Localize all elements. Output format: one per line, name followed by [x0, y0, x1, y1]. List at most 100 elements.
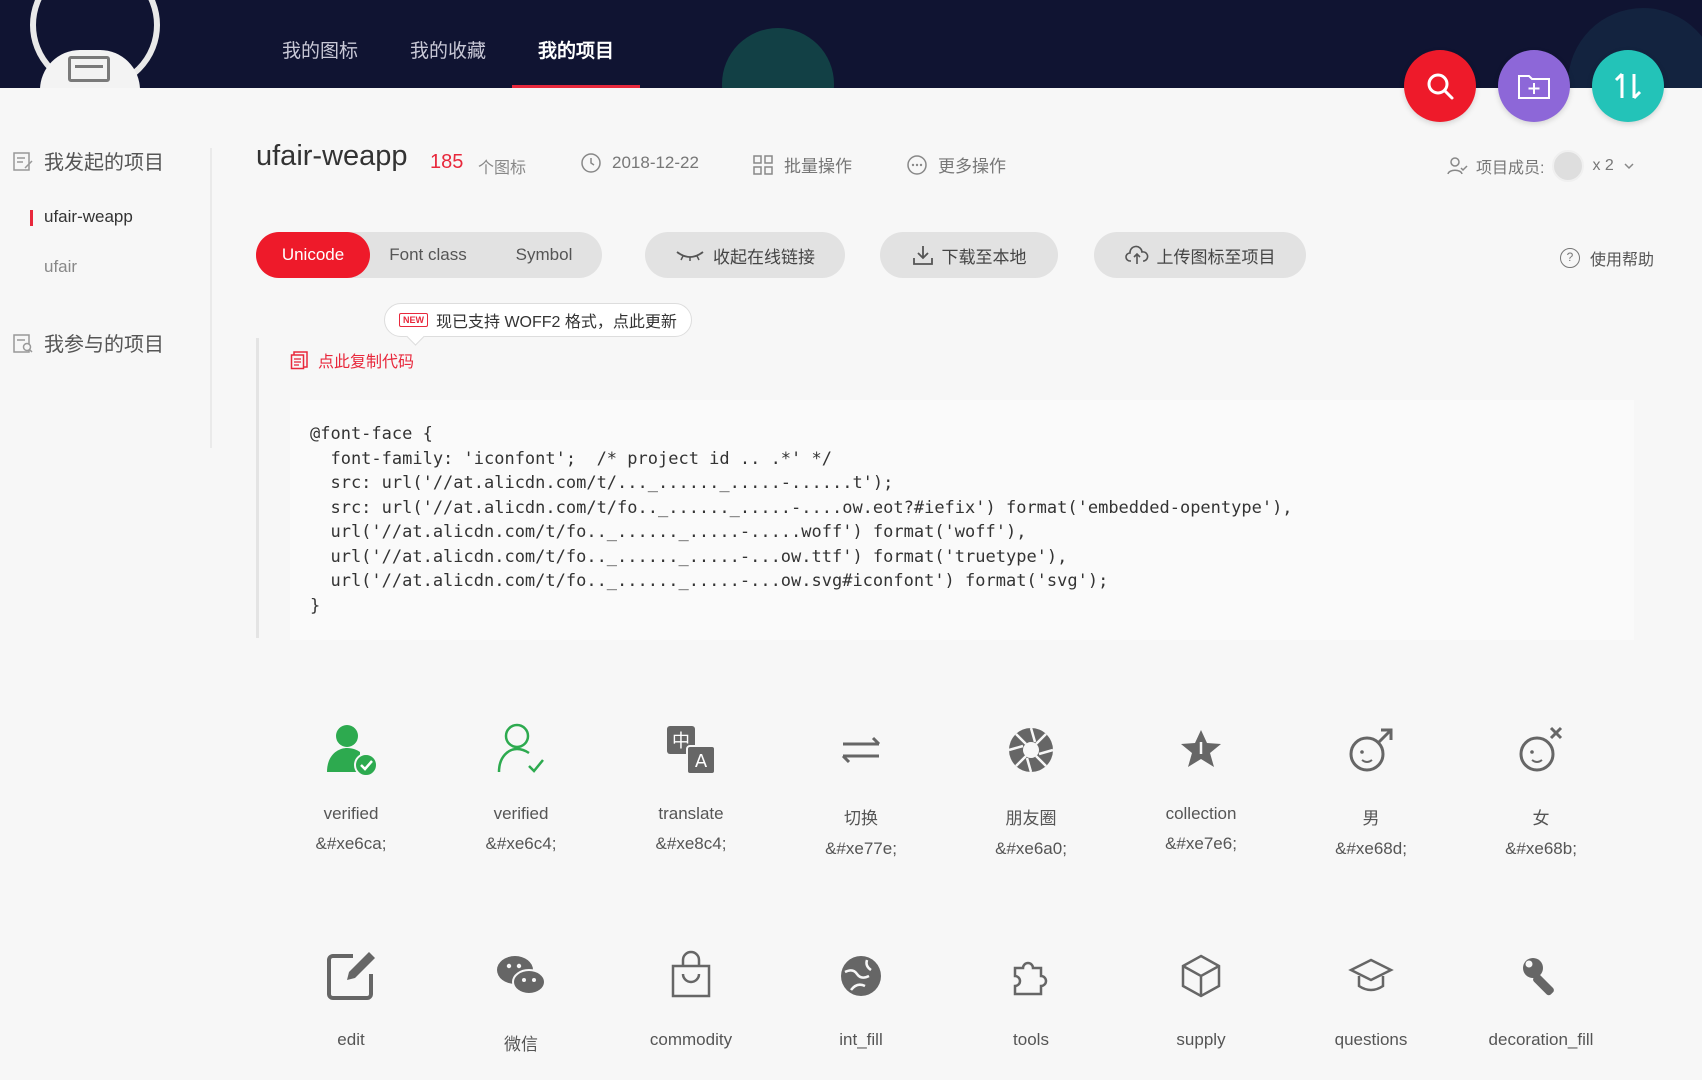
sort-button[interactable] [1592, 50, 1664, 122]
icon-name: edit [337, 1030, 365, 1049]
main-nav: 我的图标 我的收藏 我的项目 [256, 36, 641, 88]
icon-name: 朋友圈 [1005, 809, 1057, 828]
icon-name: tools [1013, 1030, 1049, 1049]
icon-name: verified [323, 804, 379, 823]
project-date-text: 2018-12-22 [612, 153, 699, 172]
search-button[interactable] [1404, 50, 1476, 122]
moments-shutter-icon [999, 718, 1063, 782]
tab-symbol[interactable]: Symbol [486, 232, 602, 278]
user-verified-filled-icon [319, 718, 383, 782]
project-date: 2018-12-22 [580, 152, 699, 174]
icon-card[interactable]: collection &#xe7e6; [1116, 718, 1286, 854]
icon-name: verified [493, 804, 549, 823]
icon-card[interactable]: supply [1116, 944, 1286, 1050]
icon-name: questions [1334, 1030, 1408, 1049]
icon-card[interactable]: 朋友圈 &#xe6a0; [946, 718, 1116, 859]
upload-icons-label: 上传图标至项目 [1156, 247, 1276, 267]
upload-icons-button[interactable]: 上传图标至项目 [1094, 232, 1306, 278]
cube-icon [1169, 944, 1233, 1008]
icon-card[interactable]: verified &#xe6ca; [266, 718, 436, 854]
icon-name: 男 [1362, 809, 1380, 828]
code-line: src: url('//at.alicdn.com/t/..._......_.… [310, 473, 894, 493]
sidebar-group-joined[interactable]: 我参与的项目 [12, 328, 164, 357]
sidebar-item-ufair[interactable]: ufair [44, 257, 77, 277]
collapse-online-link-button[interactable]: 收起在线链接 [645, 232, 845, 278]
project-members[interactable]: 项目成员: x 2 [1446, 150, 1636, 182]
download-icon [912, 246, 933, 265]
icon-name: 切换 [844, 809, 878, 828]
icon-card[interactable]: 切换 &#xe77e; [776, 718, 946, 859]
icon-name: supply [1176, 1030, 1226, 1049]
icon-card[interactable]: 男 &#xe68d; [1286, 718, 1456, 859]
sidebar-group-label: 我参与的项目 [44, 334, 164, 356]
translate-icon: 中A [659, 718, 723, 782]
wechat-icon [489, 944, 553, 1008]
code-line: url('//at.alicdn.com/t/fo.._......_.....… [310, 546, 1068, 567]
icon-name: commodity [649, 1030, 733, 1049]
woff2-update-tip[interactable]: NEW 现已支持 WOFF2 格式，点此更新 [384, 303, 692, 337]
sidebar-divider [210, 148, 212, 448]
download-local-button[interactable]: 下载至本地 [880, 232, 1058, 278]
question-icon: ? [1560, 248, 1580, 268]
nav-my-projects[interactable]: 我的项目 [512, 36, 641, 88]
add-folder-icon [1518, 75, 1550, 99]
icon-code: &#xe7e6; [1165, 834, 1237, 853]
tab-font-class[interactable]: Font class [370, 232, 486, 278]
add-folder-button[interactable] [1498, 50, 1570, 122]
icon-card[interactable]: 中A translate &#xe8c4; [606, 718, 776, 854]
font-face-code-block[interactable]: @font-face { font-family: 'iconfont'; /*… [290, 400, 1634, 640]
members-count: x 2 [1592, 157, 1614, 174]
code-line: @font-face { [310, 424, 433, 444]
batch-operation-label: 批量操作 [784, 157, 852, 176]
more-operations-label: 更多操作 [938, 157, 1006, 176]
code-line: } [310, 595, 321, 616]
code-line: font-family: 'iconfont'; /* project id .… [310, 448, 832, 469]
batch-operation-button[interactable]: 批量操作 [752, 152, 852, 177]
clock-icon [581, 153, 601, 173]
icon-card[interactable]: commodity [606, 944, 776, 1050]
code-line: url('//at.alicdn.com/t/fo.._......_.....… [310, 522, 1027, 542]
icon-card[interactable]: edit [266, 944, 436, 1050]
edit-icon [319, 944, 383, 1008]
code-rail [256, 338, 259, 638]
astronaut-chest-icon [68, 56, 110, 82]
more-operations-button[interactable]: 更多操作 [906, 152, 1006, 177]
members-label: 项目成员: [1476, 160, 1545, 177]
chevron-down-icon [1624, 163, 1634, 170]
members-icon [1447, 157, 1468, 175]
icon-card[interactable]: questions [1286, 944, 1456, 1050]
sidebar-group-created[interactable]: 我发起的项目 [12, 146, 164, 175]
icon-code: &#xe6a0; [995, 839, 1067, 858]
grid-icon [753, 154, 773, 175]
tab-unicode[interactable]: Unicode [256, 232, 370, 278]
code-line: url('//at.alicdn.com/t/fo.._......_.....… [310, 571, 1109, 591]
icon-card[interactable]: tools [946, 944, 1116, 1050]
icon-name: decoration_fill [1488, 1030, 1594, 1049]
nav-my-favorites[interactable]: 我的收藏 [384, 36, 512, 88]
female-icon [1509, 718, 1573, 782]
icon-code: &#xe8c4; [655, 834, 727, 853]
icon-card[interactable]: decoration_fill [1456, 944, 1626, 1050]
switch-arrows-icon [829, 718, 893, 782]
nav-my-icons[interactable]: 我的图标 [256, 36, 384, 88]
download-local-label: 下载至本地 [941, 247, 1027, 267]
icon-name: 女 [1532, 809, 1550, 828]
icon-card[interactable]: 女 &#xe68b; [1456, 718, 1626, 859]
copy-icon [290, 351, 308, 370]
icon-card[interactable]: int_fill [776, 944, 946, 1050]
sidebar-item-ufair-weapp[interactable]: ufair-weapp [30, 207, 133, 227]
help-link[interactable]: ? 使用帮助 [1560, 246, 1654, 270]
code-line: src: url('//at.alicdn.com/t/fo.._......_… [310, 497, 1293, 518]
globe-fill-icon [829, 944, 893, 1008]
search-icon [1427, 73, 1454, 100]
more-dots-icon [907, 154, 927, 175]
format-tabs: Unicode Font class Symbol [256, 232, 602, 278]
wrench-fill-icon [1509, 944, 1573, 1008]
woff2-update-text: 现已支持 WOFF2 格式，点此更新 [436, 314, 677, 331]
edit-doc-icon [13, 151, 33, 171]
icon-card[interactable]: verified &#xe6c4; [436, 718, 606, 854]
copy-code-button[interactable]: 点此复制代码 [290, 348, 414, 372]
icon-name: translate [658, 804, 724, 823]
icon-count: 185 [430, 151, 464, 173]
icon-card[interactable]: 微信 [436, 944, 606, 1055]
